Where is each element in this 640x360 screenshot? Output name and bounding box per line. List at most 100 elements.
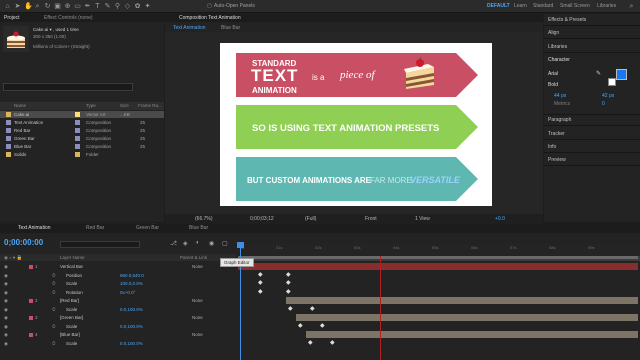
col-frame-rate[interactable]: Frame Ra... xyxy=(138,103,162,108)
panel-tracker[interactable]: Tracker xyxy=(548,131,565,137)
col-name[interactable]: Name xyxy=(14,103,26,108)
stopwatch-icon[interactable]: ⏱ xyxy=(52,281,56,286)
layer-label-color[interactable] xyxy=(29,265,33,269)
keyframe-icon[interactable]: ◆ xyxy=(258,289,263,295)
property-track[interactable]: ◆ ◆ xyxy=(238,340,640,348)
zoom-dropdown[interactable]: (66.7%) xyxy=(195,216,213,222)
camera-tool-icon[interactable]: ▣ xyxy=(54,3,61,10)
pan-behind-tool-icon[interactable]: ⊕ xyxy=(64,3,71,10)
col-parent-link[interactable]: Parent & Link xyxy=(180,255,207,260)
property-value[interactable]: 100.0,0.0% xyxy=(120,281,143,286)
stroke-color-swatch[interactable] xyxy=(608,78,616,86)
visibility-eye-icon[interactable]: ◉ xyxy=(4,273,8,279)
keyframe-icon[interactable]: ◆ xyxy=(330,340,335,346)
workspace-standard[interactable]: Standard xyxy=(533,3,553,9)
search-help-icon[interactable]: ⌕ xyxy=(628,3,635,10)
panel-paragraph[interactable]: Paragraph xyxy=(548,117,571,123)
project-item[interactable]: Solids Folder xyxy=(0,151,164,158)
graph-editor-icon[interactable]: ▢ xyxy=(222,240,228,247)
property-row[interactable]: ◉ ⏱ Rotation 0x+0.0° xyxy=(0,289,236,297)
property-value[interactable]: 0.0,100.0% xyxy=(120,324,143,329)
keyframe-icon[interactable]: ◆ xyxy=(308,340,313,346)
keyframe-icon[interactable]: ◆ xyxy=(310,306,315,312)
panel-effects-presets[interactable]: Effects & Presets xyxy=(548,17,586,23)
layer-row[interactable]: ◉ 2 [Red Bar] None xyxy=(0,297,236,305)
property-row[interactable]: ◉ ⏱ Scale 0.0,100.0% xyxy=(0,340,236,348)
visibility-eye-icon[interactable]: ◉ xyxy=(4,341,8,347)
tab-text-animation[interactable]: Text Animation xyxy=(173,25,206,31)
hand-tool-icon[interactable]: ✋ xyxy=(24,3,33,10)
project-item[interactable]: Green Bar Composition 25 xyxy=(0,135,164,142)
viewer-title[interactable]: Composition Text Animation xyxy=(179,15,241,21)
visibility-eye-icon[interactable]: ◉ xyxy=(4,264,8,270)
layer-row[interactable]: ◉ 1 Vertical Bar None xyxy=(0,263,236,271)
label-color-swatch[interactable] xyxy=(75,152,80,157)
visibility-eye-icon[interactable]: ◉ xyxy=(4,281,8,287)
tab-effect-controls[interactable]: Effect Controls (none) xyxy=(44,15,93,21)
eraser-tool-icon[interactable]: ◇ xyxy=(124,3,131,10)
project-search-input[interactable] xyxy=(3,83,133,91)
tab-blue-bar[interactable]: Blue Bar xyxy=(221,25,240,31)
workspace-small-screen[interactable]: Small Screen xyxy=(560,3,590,9)
clone-tool-icon[interactable]: ⚲ xyxy=(114,3,121,10)
stopwatch-icon[interactable]: ⏱ xyxy=(52,290,56,295)
layer-duration-bar[interactable] xyxy=(296,314,638,321)
keyframe-icon[interactable]: ◆ xyxy=(286,272,291,278)
eyedropper-icon[interactable]: ✎ xyxy=(596,70,601,77)
puppet-tool-icon[interactable]: ✦ xyxy=(144,3,151,10)
parent-dropdown[interactable]: None xyxy=(192,315,203,320)
draft-3d-icon[interactable]: ◈ xyxy=(183,240,188,247)
layer-row[interactable]: ◉ 4 [Blue Bar] None xyxy=(0,331,236,339)
visibility-eye-icon[interactable]: ◉ xyxy=(4,298,8,304)
brush-tool-icon[interactable]: ✎ xyxy=(104,3,111,10)
property-track[interactable]: ◆ ◆ xyxy=(238,272,640,280)
leading-value[interactable]: 42 px xyxy=(602,93,614,99)
property-row[interactable]: ◉ ⏱ Scale 0.0,100.0% xyxy=(0,306,236,314)
parent-dropdown[interactable]: None xyxy=(192,264,203,269)
kerning-value[interactable]: Metrics xyxy=(554,101,570,107)
roto-brush-icon[interactable]: ✿ xyxy=(134,3,141,10)
resolution-dropdown[interactable]: (Full) xyxy=(305,216,316,222)
col-size[interactable]: Size xyxy=(120,103,129,108)
work-area[interactable] xyxy=(238,256,640,261)
pen-tool-icon[interactable]: ✒ xyxy=(84,3,91,10)
panel-preview[interactable]: Preview xyxy=(548,157,566,163)
keyframe-icon[interactable]: ◆ xyxy=(258,272,263,278)
col-layer-name[interactable]: Layer Name xyxy=(60,255,85,260)
layer-track[interactable] xyxy=(238,314,640,322)
type-tool-icon[interactable]: T xyxy=(94,3,101,10)
visibility-eye-icon[interactable]: ◉ xyxy=(4,290,8,296)
layer-label-color[interactable] xyxy=(29,316,33,320)
views-dropdown[interactable]: 1 View xyxy=(415,216,430,222)
panel-align[interactable]: Align xyxy=(548,30,559,36)
keyframe-icon[interactable]: ◆ xyxy=(286,289,291,295)
visibility-eye-icon[interactable]: ◉ xyxy=(4,315,8,321)
property-track[interactable]: ◆ ◆ xyxy=(238,289,640,297)
project-item[interactable]: Cake.ai Vector Art ...KB xyxy=(0,111,164,118)
stopwatch-icon[interactable]: ⏱ xyxy=(52,273,56,278)
property-value[interactable]: 0.0,100.0% xyxy=(120,307,143,312)
view-dropdown[interactable]: Front xyxy=(365,216,377,222)
workspace-libraries[interactable]: Libraries xyxy=(597,3,616,9)
project-item[interactable]: Blue Bar Composition 25 xyxy=(0,143,164,150)
exposure-value[interactable]: +0.0 xyxy=(495,216,505,222)
selection-tool-icon[interactable]: ➤ xyxy=(14,3,21,10)
property-track[interactable]: ◆ ◆ xyxy=(238,306,640,314)
tracking-value[interactable]: 0 xyxy=(602,101,605,107)
label-color-swatch[interactable] xyxy=(75,112,80,117)
layer-track[interactable] xyxy=(238,297,640,305)
time-ruler[interactable]: 0s 01s 02s 03s 04s 05s 06s 07s 08s 09s xyxy=(238,244,640,256)
rotate-tool-icon[interactable]: ↻ xyxy=(44,3,51,10)
label-color-swatch[interactable] xyxy=(75,136,80,141)
composition-mini-flowchart-icon[interactable]: ⎇ xyxy=(170,240,177,247)
label-color-swatch[interactable] xyxy=(75,120,80,125)
stopwatch-icon[interactable]: ⏱ xyxy=(52,307,56,312)
keyframe-icon[interactable]: ◆ xyxy=(320,323,325,329)
property-track[interactable]: ◆ ◆ xyxy=(238,280,640,288)
playhead-handle[interactable] xyxy=(237,242,244,248)
motion-blur-icon[interactable]: ◉ xyxy=(209,240,214,247)
property-value[interactable]: 0.0,100.0% xyxy=(120,341,143,346)
zoom-tool-icon[interactable]: ⌕ xyxy=(34,3,41,10)
layer-track[interactable] xyxy=(238,263,640,271)
visibility-eye-icon[interactable]: ◉ xyxy=(4,324,8,330)
